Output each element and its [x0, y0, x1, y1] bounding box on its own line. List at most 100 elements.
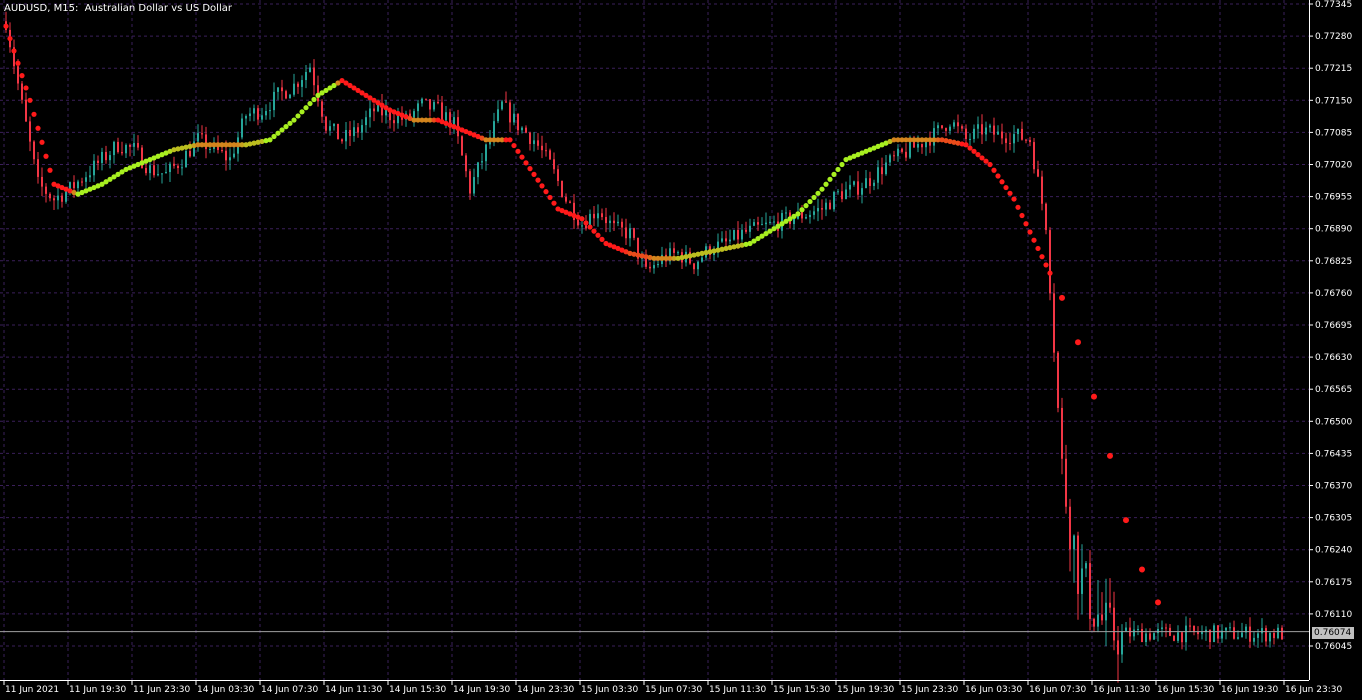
candle-body [285, 91, 287, 99]
ma-dot [1011, 196, 1017, 202]
candle-body [813, 211, 815, 215]
candle-body [1045, 203, 1047, 231]
ma-dot [39, 139, 45, 145]
y-tick-label: 0.77280 [1315, 32, 1352, 42]
candle-body [393, 120, 395, 124]
ma-dot [823, 181, 829, 187]
candle-body [33, 141, 35, 160]
candle-body [77, 181, 79, 189]
candle-body [185, 150, 187, 168]
candle-body [773, 221, 775, 223]
candle-body [425, 98, 427, 100]
candle-body [1017, 128, 1019, 135]
x-tick-label: 16 Jun 19:30 [1221, 685, 1278, 695]
candle-body [1021, 128, 1023, 140]
ma-dot [1139, 566, 1145, 573]
candle-body [357, 127, 359, 133]
candle-body [1009, 142, 1011, 144]
ma-dot [551, 200, 557, 206]
x-tick-label: 14 Jun 15:30 [389, 685, 446, 695]
ma-dot [971, 148, 977, 154]
candle-body [989, 125, 991, 128]
candle-body [1109, 602, 1111, 608]
ma-dot [287, 120, 293, 126]
ma-dot [963, 142, 969, 148]
ma-dot [995, 173, 1001, 179]
ma-dot [583, 220, 589, 226]
y-tick-label: 0.76630 [1315, 353, 1352, 363]
candle-body [653, 265, 655, 269]
candle-body [349, 130, 351, 136]
candle-body [993, 125, 995, 135]
candle-body [905, 151, 907, 158]
candle-body [1149, 633, 1151, 640]
candle-body [121, 152, 123, 154]
candle-body [525, 127, 527, 133]
candle-body [245, 116, 247, 119]
candle-body [901, 148, 903, 152]
candle-body [785, 212, 787, 214]
price-chart[interactable]: 0.77345 0.77280 0.77215 0.77150 0.77085 0.770… [0, 0, 1362, 700]
candle-body [1165, 627, 1167, 629]
y-tick-label: 0.76695 [1315, 321, 1352, 331]
candle-body [333, 123, 335, 127]
candle-body [157, 174, 159, 176]
candle-body [325, 116, 327, 131]
candle-body [873, 182, 875, 186]
candle-body [1089, 563, 1091, 619]
x-tick-label: 16 Jun 07:30 [1029, 685, 1086, 695]
ma-dot [1107, 452, 1113, 459]
x-axis-ticks: 11 Jun 2021 11 Jun 19:30 11 Jun 23:30 14 Ju… [3, 680, 1342, 695]
candle-body [1081, 568, 1083, 594]
candle-body [437, 102, 439, 104]
candle-body [173, 163, 175, 166]
ma-dot [591, 228, 597, 234]
x-tick-label: 15 Jun 03:30 [581, 685, 638, 695]
candle-body [697, 261, 699, 270]
candle-body [261, 115, 263, 120]
candle-body [1033, 142, 1035, 170]
candle-body [549, 150, 551, 160]
candle-body [801, 211, 803, 219]
candle-body [921, 144, 923, 148]
candle-body [1065, 458, 1067, 507]
moving-average-dots [3, 23, 1161, 606]
candle-body [693, 263, 695, 270]
x-tick-label: 16 Jun 11:30 [1093, 685, 1150, 695]
ma-dot [43, 153, 49, 159]
y-tick-label: 0.76240 [1315, 546, 1352, 556]
candle-body [601, 213, 603, 218]
ma-dot [299, 109, 305, 115]
candle-body [545, 150, 547, 152]
candle-body [1085, 563, 1087, 569]
candle-body [597, 213, 599, 219]
candle-body [253, 108, 255, 114]
candle-body [633, 228, 635, 238]
candle-body [241, 118, 243, 138]
candle-body [189, 150, 191, 157]
candle-body [105, 151, 107, 161]
candle-body [1213, 625, 1215, 643]
candle-body [149, 165, 151, 174]
candle-body [837, 191, 839, 193]
candle-body [321, 101, 323, 117]
candle-body [897, 148, 899, 157]
candle-body [269, 110, 271, 112]
candle-body [1157, 628, 1159, 634]
candle-body [477, 162, 479, 178]
ma-dot [511, 142, 517, 149]
candle-body [877, 167, 879, 183]
candle-body [365, 117, 367, 126]
candle-body [221, 150, 223, 152]
ma-dot [267, 137, 273, 143]
ma-dot [803, 203, 809, 209]
candle-body [97, 160, 99, 163]
candle-body [621, 221, 623, 228]
candle-body [1233, 627, 1235, 639]
y-tick-label: 0.77345 [1315, 0, 1352, 10]
candle-body [293, 83, 295, 95]
candle-body [561, 181, 563, 197]
candle-body [997, 131, 999, 135]
candle-body [737, 230, 739, 240]
candle-body [37, 159, 39, 177]
